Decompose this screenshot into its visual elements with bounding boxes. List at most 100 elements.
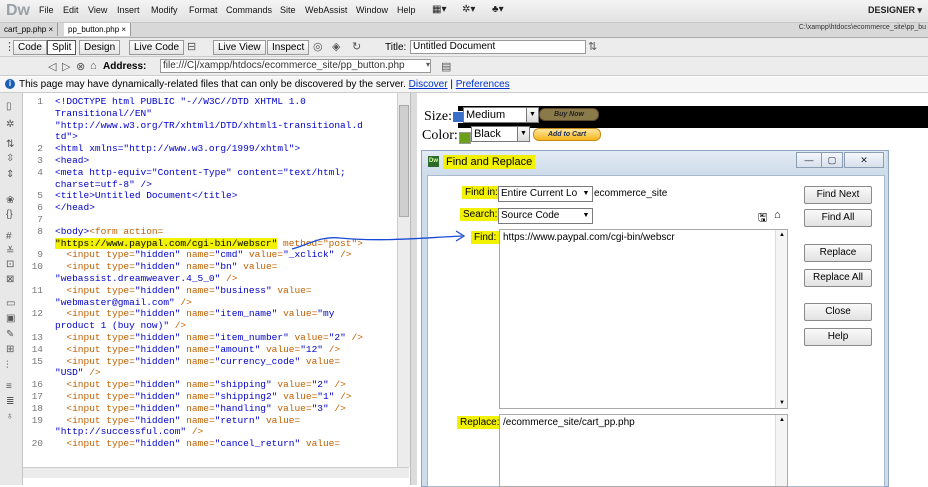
format-source-icon[interactable]: ♁	[6, 411, 14, 422]
remove-comment-icon[interactable]: ▣	[6, 313, 15, 324]
file-management-icon[interactable]: ⇅	[588, 40, 597, 53]
highlight-invalid-icon[interactable]: ≚	[6, 246, 14, 257]
size-select[interactable]: Medium ▼	[463, 107, 539, 123]
title-input[interactable]: Untitled Document	[410, 40, 586, 54]
collapse-selection-icon[interactable]: ⇳	[6, 153, 14, 164]
move-css-icon[interactable]: ⫶	[6, 360, 9, 371]
line-numbers-icon[interactable]: #	[6, 231, 12, 242]
live-code-button[interactable]: Live Code	[129, 40, 185, 55]
info-bar: i This page may have dynamically-related…	[0, 77, 928, 93]
word-wrap-icon[interactable]: ⊠	[6, 274, 14, 285]
apply-comment-icon[interactable]: ▭	[6, 298, 15, 309]
menu-file[interactable]: File	[39, 5, 54, 15]
outdent-code-icon[interactable]: ≣	[6, 396, 14, 407]
collapse-tag-icon[interactable]: ⇅	[6, 139, 14, 150]
site-menu-icon[interactable]: ♣▾	[492, 4, 504, 15]
close-button[interactable]: Close	[804, 303, 872, 321]
tab-pp-button[interactable]: pp_button.php ×	[64, 23, 132, 36]
menu-view[interactable]: View	[88, 5, 107, 15]
menu-modify[interactable]: Modify	[151, 5, 178, 15]
line-number: 8	[37, 225, 43, 237]
code-editor[interactable]: 1 <!DOCTYPE html PUBLIC "-//W3C//DTD XHTM…	[23, 93, 397, 467]
design-view-button[interactable]: Design	[79, 40, 121, 55]
code-scroll-thumb[interactable]	[399, 105, 409, 217]
replace-scrollbar[interactable]	[775, 415, 787, 486]
select-parent-tag-icon[interactable]: ❀	[6, 195, 14, 206]
replace-textarea[interactable]: /ecommerce_site/cart_pp.php ▲	[499, 414, 788, 487]
indent-code-icon[interactable]: ≡	[6, 381, 12, 392]
load-query-icon[interactable]: ⌂	[774, 209, 781, 221]
home-icon[interactable]: ⌂	[90, 60, 97, 72]
help-button[interactable]: Help	[804, 328, 872, 346]
add-to-cart-button[interactable]: Add to Cart	[533, 128, 601, 141]
code-line: <input type="hidden" name="return" value…	[55, 415, 300, 426]
menu-insert[interactable]: Insert	[117, 5, 140, 15]
find-in-select[interactable]: Entire Current Lo ▼	[498, 186, 593, 202]
back-icon[interactable]: ◁	[48, 60, 56, 73]
search-select[interactable]: Source Code ▼	[498, 208, 593, 224]
show-code-navigator-icon[interactable]: ✲	[6, 119, 14, 130]
save-query-icon[interactable]: 🖫	[758, 209, 767, 228]
code-token: "2"	[328, 332, 346, 343]
address-input[interactable]: file:///C|/xampp/htdocs/ecommerce_site/p…	[160, 59, 431, 73]
workspace-switcher[interactable]: DESIGNER ▾	[868, 5, 922, 16]
browser-options-icon[interactable]: ▤	[441, 60, 451, 73]
find-textarea[interactable]: https://www.paypal.com/cgi-bin/webscr ▲ …	[499, 229, 788, 409]
open-documents-icon[interactable]: ▯	[6, 101, 12, 112]
discover-link[interactable]: Discover	[409, 79, 448, 90]
code-view-button[interactable]: Code	[13, 40, 47, 55]
menu-window[interactable]: Window	[356, 5, 388, 15]
stop-icon[interactable]: ⊗	[76, 60, 85, 73]
refresh-icon[interactable]: ↻	[352, 40, 361, 53]
find-next-button[interactable]: Find Next	[804, 186, 872, 204]
code-token: "12"	[300, 343, 323, 355]
menu-help[interactable]: Help	[397, 5, 416, 15]
line-number: 6	[37, 202, 43, 214]
preview-icon[interactable]: ◈	[332, 40, 340, 53]
find-scrollbar[interactable]	[775, 230, 787, 408]
scroll-up-icon[interactable]: ▲	[779, 232, 785, 238]
code-token: "my	[317, 308, 335, 320]
buy-now-button[interactable]: Buy Now	[539, 108, 599, 121]
color-select[interactable]: Black ▼	[471, 126, 530, 142]
code-line: <title>Untitled Document</title>	[55, 190, 237, 201]
menu-webassist[interactable]: WebAssist	[305, 5, 347, 15]
menu-site[interactable]: Site	[280, 5, 296, 15]
code-token: "cancel_return"	[214, 438, 301, 450]
menu-commands[interactable]: Commands	[226, 5, 272, 15]
forward-icon[interactable]: ▷	[62, 60, 70, 73]
menu-format[interactable]: Format	[189, 5, 218, 15]
address-label: Address:	[103, 61, 147, 72]
replace-all-button[interactable]: Replace All	[804, 269, 872, 287]
preferences-link[interactable]: Preferences	[456, 79, 510, 90]
browser-check-icon[interactable]: ◎	[313, 40, 323, 53]
expand-all-icon[interactable]: ⇕	[6, 169, 14, 180]
syntax-error-icon[interactable]: ⊡	[6, 259, 14, 270]
maximize-icon[interactable]: ▢	[821, 152, 843, 168]
code-token: "currency_code"	[214, 355, 301, 367]
replace-button[interactable]: Replace	[804, 244, 872, 262]
scroll-down-icon[interactable]: ▼	[779, 400, 785, 406]
extend-menu-icon[interactable]: ✲▾	[462, 4, 475, 15]
menu-edit[interactable]: Edit	[63, 5, 79, 15]
code-horizontal-scrollbar[interactable]	[23, 467, 409, 478]
inspect-button[interactable]: Inspect	[267, 40, 310, 55]
layout-menu-icon[interactable]: ▦▾	[432, 4, 446, 15]
minimize-icon[interactable]: —	[796, 152, 822, 168]
balance-braces-icon[interactable]: {}	[6, 209, 13, 220]
address-dropdown-icon[interactable]: ▾	[426, 60, 430, 69]
code-token: value=	[300, 355, 341, 367]
find-all-button[interactable]: Find All	[804, 209, 872, 227]
scroll-up-icon[interactable]: ▲	[779, 417, 785, 423]
code-token: />	[174, 296, 192, 308]
recent-snippets-icon[interactable]: ⊞	[6, 344, 14, 355]
split-view-button[interactable]: Split	[47, 40, 77, 55]
live-code-icon[interactable]: ⊟	[187, 40, 196, 53]
code-token: "hidden"	[134, 261, 181, 273]
code-token: value=	[271, 379, 312, 391]
wrap-tag-icon[interactable]: ✎	[6, 329, 14, 340]
tab-cart-pp[interactable]: cart_pp.php ×	[0, 23, 59, 36]
close-icon[interactable]: ✕	[844, 152, 884, 168]
code-token: "shipping"	[214, 379, 272, 391]
live-view-button[interactable]: Live View	[213, 40, 266, 55]
